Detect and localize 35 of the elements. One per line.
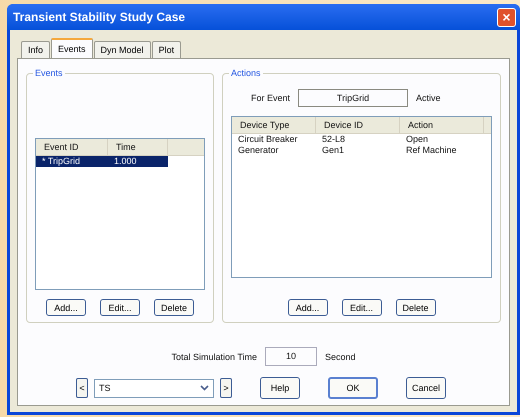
window-title: Transient Stability Study Case <box>13 10 186 24</box>
column-header[interactable]: Action <box>400 117 484 133</box>
dialog-button[interactable]: OK <box>328 377 378 399</box>
previous-button[interactable]: < <box>76 378 88 398</box>
action-row[interactable]: Generator Gen1 Ref Machine <box>232 145 491 156</box>
study-case-dropdown[interactable]: TS <box>94 378 214 398</box>
group-title: Events <box>33 68 65 78</box>
unit-label: Second <box>325 352 356 362</box>
status-text: Active <box>416 93 441 103</box>
tab[interactable]: Dyn Model <box>94 41 151 58</box>
column-header[interactable]: Device ID <box>316 117 400 133</box>
events-button[interactable]: Edit... <box>100 299 140 316</box>
dialog-button[interactable]: Cancel <box>406 377 446 399</box>
events-button[interactable]: Add... <box>46 299 86 316</box>
caret-icon <box>200 385 209 391</box>
tab[interactable]: Plot <box>152 41 182 58</box>
tab[interactable]: Events <box>51 38 93 58</box>
group-title: Actions <box>229 68 263 78</box>
column-header[interactable]: Event ID <box>36 139 108 155</box>
tab[interactable]: Info <box>21 41 50 58</box>
for-event-label: For Event <box>251 93 290 103</box>
actions-button[interactable]: Add... <box>288 299 328 316</box>
event-row[interactable]: * TripGrid 1.000 <box>36 156 168 167</box>
simulation-time-label: Total Simulation Time <box>171 352 257 362</box>
simulation-time-field[interactable]: 10 <box>265 347 317 366</box>
for-event-field: TripGrid <box>298 89 408 107</box>
column-header[interactable]: Time <box>108 139 168 155</box>
column-header[interactable]: Device Type <box>232 117 316 133</box>
dialog-button[interactable]: Help <box>260 377 300 399</box>
actions-button[interactable]: Edit... <box>342 299 382 316</box>
close-button[interactable]: × <box>497 8 516 26</box>
action-row[interactable]: Circuit Breaker 52-L8 Open <box>232 134 491 145</box>
actions-button[interactable]: Delete <box>396 299 436 316</box>
next-button[interactable]: > <box>220 378 232 398</box>
events-button[interactable]: Delete <box>154 299 194 316</box>
